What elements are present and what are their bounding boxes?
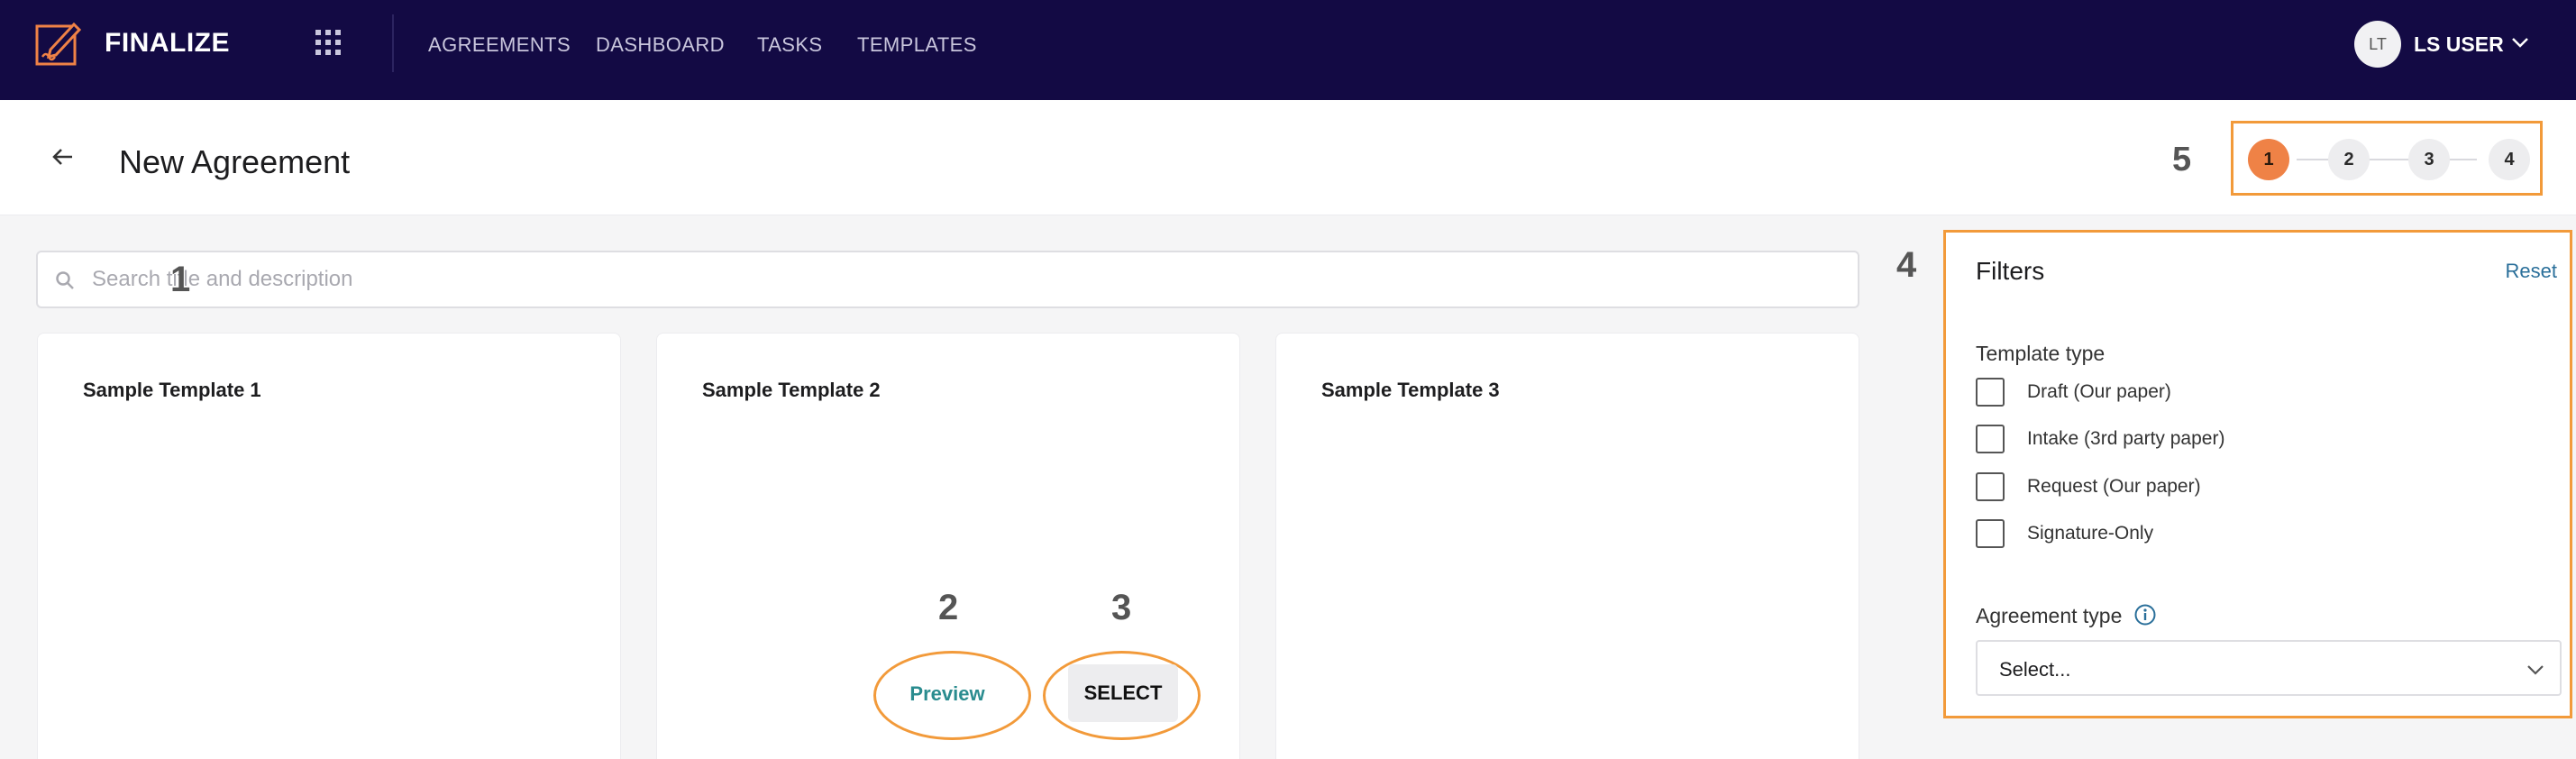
- select-value: Select...: [1999, 658, 2071, 681]
- stepper-line: [2297, 159, 2477, 160]
- search-icon: [56, 271, 74, 289]
- brand-name: FINALIZE: [105, 28, 230, 58]
- page-header: New Agreement 5 1 2 3 4: [0, 100, 2576, 215]
- agreement-type-select[interactable]: Select...: [1976, 640, 2562, 696]
- nav-templates[interactable]: TEMPLATES: [857, 33, 977, 57]
- annotation-label-1: 1: [170, 260, 191, 299]
- finalize-logo-icon[interactable]: [34, 19, 83, 68]
- chevron-down-icon[interactable]: [2508, 31, 2532, 54]
- checkbox[interactable]: [1976, 378, 2005, 407]
- checkbox[interactable]: [1976, 425, 2005, 453]
- filters-title: Filters: [1976, 257, 2045, 285]
- annotation-label-2: 2: [938, 588, 959, 627]
- template-type-label: Template type: [1976, 342, 2106, 365]
- apps-grid-icon[interactable]: [315, 30, 341, 55]
- nav-tasks[interactable]: TASKS: [757, 33, 823, 57]
- user-name[interactable]: LS USER: [2414, 32, 2504, 57]
- nav-dashboard[interactable]: DASHBOARD: [596, 33, 725, 57]
- annotation-label-3: 3: [1111, 588, 1132, 627]
- step-3[interactable]: 3: [2408, 139, 2450, 180]
- agreement-type-label: Agreement type: [1976, 604, 2123, 627]
- page-title: New Agreement: [119, 143, 351, 180]
- avatar[interactable]: LT: [2354, 21, 2401, 68]
- template-card-title: Sample Template 2: [702, 379, 881, 401]
- search-box: [36, 251, 1859, 308]
- template-card-title: Sample Template 1: [83, 379, 261, 401]
- nav-agreements[interactable]: AGREEMENTS: [428, 33, 571, 57]
- template-card-title: Sample Template 3: [1321, 379, 1500, 401]
- select-button[interactable]: SELECT: [1068, 664, 1178, 722]
- reset-link[interactable]: Reset: [2506, 260, 2557, 283]
- template-card-3[interactable]: Sample Template 3: [1275, 333, 1859, 759]
- annotation-label-4: 4: [1896, 245, 1917, 285]
- chevron-down-icon: [2527, 665, 2544, 675]
- top-nav: FINALIZE AGREEMENTS DASHBOARD TASKS TEMP…: [0, 0, 2576, 100]
- filters-panel: Filters Reset Template type Draft (Our p…: [1943, 230, 2572, 718]
- step-4[interactable]: 4: [2489, 139, 2530, 180]
- step-1[interactable]: 1: [2248, 139, 2289, 180]
- checkbox-label: Signature-Only: [2027, 523, 2154, 544]
- checkbox-label: Draft (Our paper): [2027, 381, 2171, 402]
- checkbox-label: Request (Our paper): [2027, 476, 2201, 497]
- step-2[interactable]: 2: [2328, 139, 2370, 180]
- back-arrow-icon[interactable]: [50, 144, 76, 169]
- annotation-label-5: 5: [2172, 141, 2192, 178]
- checkbox[interactable]: [1976, 519, 2005, 548]
- nav-divider: [392, 14, 394, 72]
- checkbox[interactable]: [1976, 472, 2005, 501]
- search-input[interactable]: [92, 261, 1804, 297]
- checkbox-label: Intake (3rd party paper): [2027, 428, 2225, 449]
- stepper: 1 2 3 4: [2231, 121, 2543, 196]
- template-card-1[interactable]: Sample Template 1: [37, 333, 621, 759]
- preview-button[interactable]: Preview: [881, 667, 1014, 721]
- info-icon[interactable]: [2133, 603, 2157, 626]
